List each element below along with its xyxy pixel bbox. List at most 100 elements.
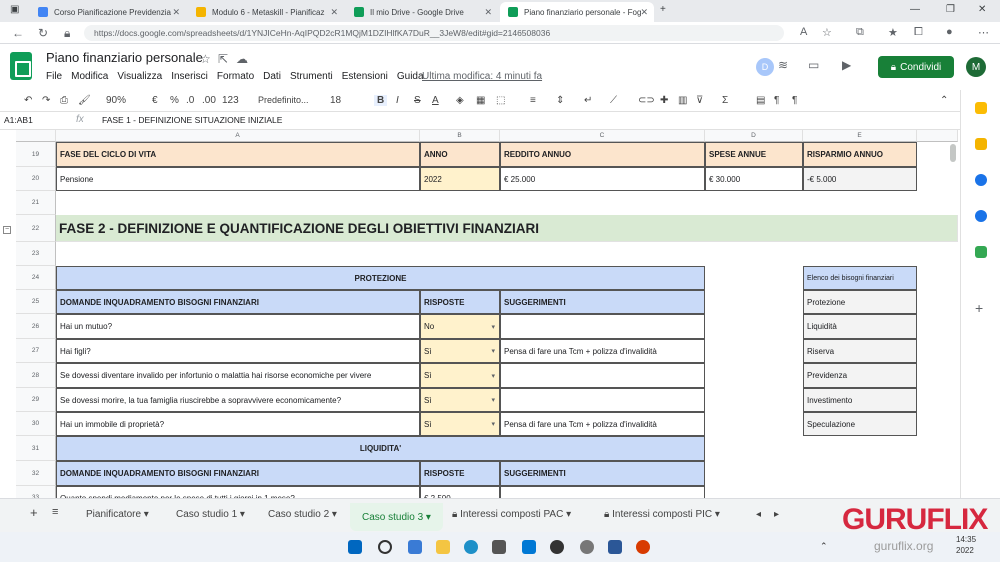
- start-icon[interactable]: [348, 540, 362, 554]
- cell[interactable]: FASE DEL CICLO DI VITA: [56, 142, 420, 167]
- functions-icon[interactable]: Σ: [722, 95, 728, 106]
- percent-format-button[interactable]: %: [170, 95, 179, 106]
- share-button[interactable]: 🔒︎ Condividi: [878, 56, 954, 78]
- menu-inserisci[interactable]: Inserisci: [171, 71, 208, 82]
- cell[interactable]: SPESE ANNUE: [705, 142, 803, 167]
- undo-icon[interactable]: ↶: [24, 95, 32, 106]
- column-header[interactable]: [917, 130, 958, 142]
- menu-strumenti[interactable]: Strumenti: [290, 71, 333, 82]
- mail-icon[interactable]: [522, 540, 536, 554]
- cell[interactable]: Pensa di fare una Tcm + polizza d'invali…: [500, 339, 705, 363]
- chart-icon[interactable]: ▥: [678, 95, 687, 106]
- cell[interactable]: [500, 363, 705, 388]
- row-header[interactable]: 25: [16, 290, 56, 314]
- collections-icon[interactable]: ⧠: [914, 26, 923, 39]
- row-header[interactable]: 22: [16, 215, 56, 242]
- link-icon[interactable]: ⊂⊃: [638, 95, 655, 106]
- cell[interactable]: € 25.000: [500, 167, 705, 191]
- file-explorer-icon[interactable]: [436, 540, 450, 554]
- sheet-tab-active[interactable]: Caso studio 3 ▾: [350, 503, 443, 531]
- task-view-icon[interactable]: [408, 540, 422, 554]
- borders-icon[interactable]: ▦: [476, 95, 485, 106]
- settings-icon[interactable]: [580, 540, 594, 554]
- meet-icon[interactable]: ▶: [842, 58, 851, 72]
- cell[interactable]: SUGGERIMENTI: [500, 461, 705, 486]
- menu-guida[interactable]: Guida: [397, 71, 424, 82]
- rtl-icon[interactable]: ¶: [774, 95, 779, 106]
- align-vertical-icon[interactable]: ⇕: [556, 95, 564, 106]
- fill-color-icon[interactable]: ◈: [456, 95, 464, 106]
- cell[interactable]: Protezione: [803, 290, 917, 314]
- all-sheets-icon[interactable]: ≡: [52, 506, 58, 518]
- lock-icon[interactable]: 🔒︎: [64, 26, 70, 41]
- cell[interactable]: [500, 314, 705, 339]
- document-title[interactable]: Piano finanziario personale: [46, 50, 203, 65]
- profile-icon[interactable]: ●: [946, 26, 953, 38]
- url-input[interactable]: https://docs.google.com/spreadsheets/d/1…: [84, 25, 784, 41]
- strikethrough-button[interactable]: S: [414, 95, 421, 106]
- comments-icon[interactable]: ▭: [808, 58, 819, 72]
- favorites-icon[interactable]: ★: [888, 26, 898, 39]
- print-icon[interactable]: ⎙: [60, 95, 68, 106]
- cell[interactable]: ANNO: [420, 142, 500, 167]
- cell[interactable]: Hai un mutuo?: [56, 314, 420, 339]
- menu-formato[interactable]: Formato: [217, 71, 254, 82]
- cell[interactable]: Previdenza: [803, 363, 917, 388]
- text-color-button[interactable]: A: [432, 95, 439, 106]
- row-header[interactable]: 27: [16, 339, 56, 363]
- row-header[interactable]: 21: [16, 191, 56, 215]
- close-icon[interactable]: ✕: [484, 7, 492, 18]
- app-icon[interactable]: [550, 540, 564, 554]
- calendar-icon[interactable]: [975, 102, 987, 114]
- row-header[interactable]: 30: [16, 412, 56, 436]
- zoom-select[interactable]: 90%: [106, 95, 126, 106]
- currency-format-button[interactable]: €: [152, 95, 158, 106]
- filter-icon[interactable]: ⊽: [696, 95, 703, 106]
- cell[interactable]: RISPARMIO ANNUO: [803, 142, 917, 167]
- collaborator-avatar[interactable]: D: [756, 58, 774, 76]
- app-icon[interactable]: [636, 540, 650, 554]
- add-sheet-icon[interactable]: +: [30, 505, 38, 520]
- decrease-decimal-button[interactable]: .0: [186, 95, 194, 106]
- sheets-logo-icon[interactable]: [10, 52, 32, 80]
- menu-dati[interactable]: Dati: [263, 71, 281, 82]
- row-header[interactable]: 20: [16, 167, 56, 191]
- maps-icon[interactable]: [975, 246, 987, 258]
- comment-icon[interactable]: ✚: [660, 95, 668, 106]
- store-icon[interactable]: [492, 540, 506, 554]
- activity-icon[interactable]: ≋: [778, 58, 788, 72]
- font-select[interactable]: Predefinito...: [258, 95, 309, 105]
- cell[interactable]: -€ 5.000: [803, 167, 917, 191]
- star-icon[interactable]: ☆: [200, 52, 211, 66]
- menu-visualizza[interactable]: Visualizza: [117, 71, 162, 82]
- dropdown-cell[interactable]: Sì: [420, 388, 500, 412]
- cell[interactable]: Pensa di fare una Tcm + polizza d'invali…: [500, 412, 705, 436]
- extensions-icon[interactable]: ⧉: [856, 26, 864, 39]
- edge-icon[interactable]: [464, 540, 478, 554]
- dropdown-cell[interactable]: Sì: [420, 412, 500, 436]
- sheet-tab[interactable]: 🔒︎ Interessi composti PAC ▾: [452, 509, 571, 520]
- scroll-tabs-left-icon[interactable]: ◂: [756, 509, 761, 520]
- cell[interactable]: Hai un immobile di proprietà?: [56, 412, 420, 436]
- block-heading[interactable]: LIQUIDITA': [56, 436, 705, 461]
- dropdown-cell[interactable]: Sì: [420, 339, 500, 363]
- row-header[interactable]: 26: [16, 314, 56, 339]
- align-horizontal-icon[interactable]: ≡: [530, 95, 536, 106]
- ltr-icon[interactable]: ¶: [792, 95, 797, 106]
- font-size-select[interactable]: 18: [330, 95, 341, 106]
- reload-icon[interactable]: ↻: [38, 26, 48, 40]
- sheet-tab[interactable]: Caso studio 1 ▾: [176, 509, 245, 520]
- column-header[interactable]: D: [705, 130, 803, 142]
- wrap-text-icon[interactable]: ↵: [584, 95, 592, 106]
- menu-file[interactable]: File: [46, 71, 62, 82]
- dropdown-cell[interactable]: Sì: [420, 363, 500, 388]
- sheet-tab[interactable]: 🔒︎ Interessi composti PIC ▾: [604, 509, 720, 520]
- bold-button[interactable]: B: [374, 95, 388, 106]
- favorite-icon[interactable]: ☆: [822, 26, 832, 39]
- cell[interactable]: RISPOSTE: [420, 461, 500, 486]
- formula-input[interactable]: FASE 1 - DEFINIZIONE SITUAZIONE INIZIALE: [102, 115, 282, 125]
- tasks-icon[interactable]: [975, 174, 987, 186]
- cell[interactable]: Se dovessi morire, la tua famiglia riusc…: [56, 388, 420, 412]
- minimize-icon[interactable]: —: [910, 4, 920, 15]
- cell[interactable]: RISPOSTE: [420, 290, 500, 314]
